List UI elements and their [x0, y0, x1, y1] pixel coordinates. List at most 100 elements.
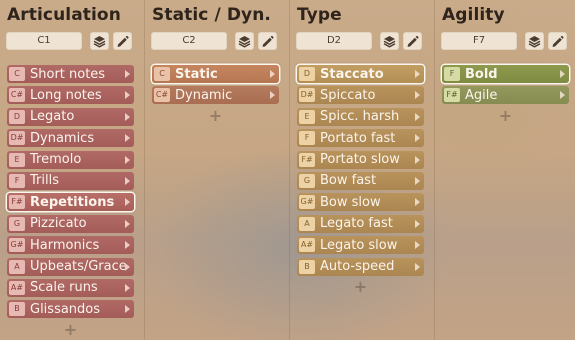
list-item-portato-fast[interactable]: F Portato fast: [297, 129, 424, 148]
plus-icon[interactable]: +: [152, 107, 279, 124]
item-label: Spiccato: [320, 87, 376, 103]
triangle-right-icon[interactable]: [125, 262, 130, 271]
triangle-right-icon[interactable]: [270, 91, 275, 100]
list-item-dynamic[interactable]: C# Dynamic: [152, 86, 279, 105]
pencil-icon: [406, 35, 419, 48]
key-badge: F: [299, 131, 315, 146]
key-badge: F#: [444, 88, 460, 103]
triangle-right-icon[interactable]: [125, 112, 130, 121]
triangle-right-icon[interactable]: [415, 91, 420, 100]
triangle-right-icon[interactable]: [125, 198, 130, 207]
triangle-right-icon[interactable]: [125, 283, 130, 292]
keyswitch-field[interactable]: D2: [296, 32, 372, 50]
triangle-right-icon[interactable]: [125, 155, 130, 164]
layers-button[interactable]: [380, 32, 399, 50]
plus-icon[interactable]: +: [297, 278, 424, 295]
triangle-right-icon[interactable]: [415, 262, 420, 271]
key-badge: C: [9, 67, 25, 81]
triangle-right-icon[interactable]: [125, 241, 130, 250]
triangle-right-icon[interactable]: [125, 219, 130, 228]
keyswitch-field[interactable]: C2: [151, 32, 227, 50]
articulation-list: D Staccato D# Spiccato E Spicc. harsh F Portato…: [297, 65, 424, 295]
edit-button[interactable]: [548, 32, 567, 50]
edit-button[interactable]: [403, 32, 422, 50]
list-item-trills[interactable]: F Trills: [7, 171, 134, 190]
item-label: Staccato: [320, 66, 384, 82]
item-label: Legato: [30, 109, 75, 125]
item-label: Scale runs: [30, 280, 98, 296]
list-item-tremolo[interactable]: E Tremolo: [7, 150, 134, 169]
list-item-static[interactable]: C Static: [152, 65, 279, 83]
key-badge: A: [9, 259, 25, 274]
plus-icon[interactable]: +: [442, 107, 569, 124]
list-item-pizzicato[interactable]: G Pizzicato: [7, 214, 134, 233]
triangle-right-icon[interactable]: [560, 70, 565, 78]
keyswitch-field[interactable]: F7: [441, 32, 517, 50]
key-badge: G: [9, 216, 25, 231]
layers-button[interactable]: [90, 32, 109, 50]
key-badge: G#: [9, 238, 25, 253]
list-item-spiccato[interactable]: D# Spiccato: [297, 86, 424, 105]
item-label: Auto-speed: [320, 259, 395, 275]
triangle-right-icon[interactable]: [415, 241, 420, 250]
layers-icon: [93, 35, 106, 48]
list-item-glissandos[interactable]: B Glissandos: [7, 300, 134, 319]
triangle-right-icon[interactable]: [560, 91, 565, 100]
triangle-right-icon[interactable]: [415, 112, 420, 121]
layers-icon: [383, 35, 396, 48]
triangle-right-icon[interactable]: [125, 305, 130, 314]
triangle-right-icon[interactable]: [415, 155, 420, 164]
item-label: Portato fast: [320, 130, 396, 146]
articulation-list: C Short notes C# Long notes D Legato D# Dynamic…: [7, 65, 134, 338]
keyswitch-field[interactable]: C1: [6, 32, 82, 50]
key-badge: C#: [154, 88, 170, 103]
item-label: Dynamics: [30, 130, 95, 146]
list-item-agile[interactable]: F# Agile: [442, 86, 569, 105]
list-item-harmonics[interactable]: G# Harmonics: [7, 236, 134, 255]
list-item-legato-fast[interactable]: A Legato fast: [297, 214, 424, 233]
list-item-legato-slow[interactable]: A# Legato slow: [297, 236, 424, 255]
triangle-right-icon[interactable]: [270, 70, 275, 78]
list-item-repetitions[interactable]: F# Repetitions: [7, 193, 134, 212]
list-item-long-notes[interactable]: C# Long notes: [7, 86, 134, 105]
list-item-bow-fast[interactable]: G Bow fast: [297, 171, 424, 190]
list-item-portato-slow[interactable]: F# Portato slow: [297, 150, 424, 169]
key-badge: D: [9, 109, 25, 124]
key-selector: F7: [441, 32, 571, 50]
list-item-short-notes[interactable]: C Short notes: [7, 65, 134, 83]
list-item-scale-runs[interactable]: A# Scale runs: [7, 278, 134, 297]
triangle-right-icon[interactable]: [415, 134, 420, 143]
key-badge: G#: [299, 195, 315, 210]
list-item-bold[interactable]: F Bold: [442, 65, 569, 83]
layers-button[interactable]: [525, 32, 544, 50]
list-item-auto-speed[interactable]: B Auto-speed: [297, 257, 424, 276]
key-selector: C1: [6, 32, 136, 50]
triangle-right-icon[interactable]: [415, 176, 420, 185]
edit-button[interactable]: [113, 32, 132, 50]
triangle-right-icon[interactable]: [125, 176, 130, 185]
item-label: Pizzicato: [30, 216, 87, 232]
triangle-right-icon[interactable]: [415, 70, 420, 78]
list-item-staccato[interactable]: D Staccato: [297, 65, 424, 83]
triangle-right-icon[interactable]: [125, 70, 130, 78]
item-label: Short notes: [30, 66, 106, 82]
item-label: Glissandos: [30, 301, 101, 317]
item-label: Legato slow: [320, 237, 398, 253]
list-item-bow-slow[interactable]: G# Bow slow: [297, 193, 424, 212]
triangle-right-icon[interactable]: [415, 198, 420, 207]
item-label: Portato slow: [320, 152, 400, 168]
triangle-right-icon[interactable]: [125, 91, 130, 100]
pencil-icon: [551, 35, 564, 48]
list-item-legato[interactable]: D Legato: [7, 107, 134, 126]
list-item-upbeats-grace[interactable]: A Upbeats/Grace: [7, 257, 134, 276]
item-label: Harmonics: [30, 237, 100, 253]
key-badge: E: [299, 109, 315, 124]
layers-button[interactable]: [235, 32, 254, 50]
articulation-list: F Bold F# Agile +: [442, 65, 569, 124]
plus-icon[interactable]: +: [7, 321, 134, 338]
triangle-right-icon[interactable]: [415, 219, 420, 228]
triangle-right-icon[interactable]: [125, 134, 130, 143]
list-item-dynamics[interactable]: D# Dynamics: [7, 129, 134, 148]
edit-button[interactable]: [258, 32, 277, 50]
list-item-spicc-harsh[interactable]: E Spicc. harsh: [297, 107, 424, 126]
